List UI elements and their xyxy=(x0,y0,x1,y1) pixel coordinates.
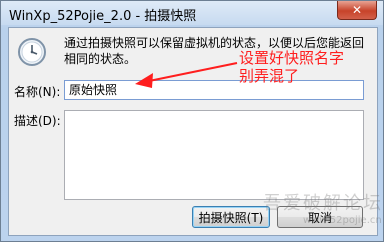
take-snapshot-dialog: WinXp_52Pojie_2.0 - 拍摄快照 ✕ 通过拍摄快照可以保留虚拟机… xyxy=(0,0,384,242)
annotation-line-1: 设置好快照名字 xyxy=(239,49,345,67)
annotation-line-2: 别弄混了 xyxy=(239,67,300,85)
watermark-url: www.52pojie.cn xyxy=(303,215,382,226)
watermark: 吾爱破解论坛 xyxy=(263,193,383,214)
annotation-text: 设置好快照名字 别弄混了 xyxy=(239,49,344,85)
